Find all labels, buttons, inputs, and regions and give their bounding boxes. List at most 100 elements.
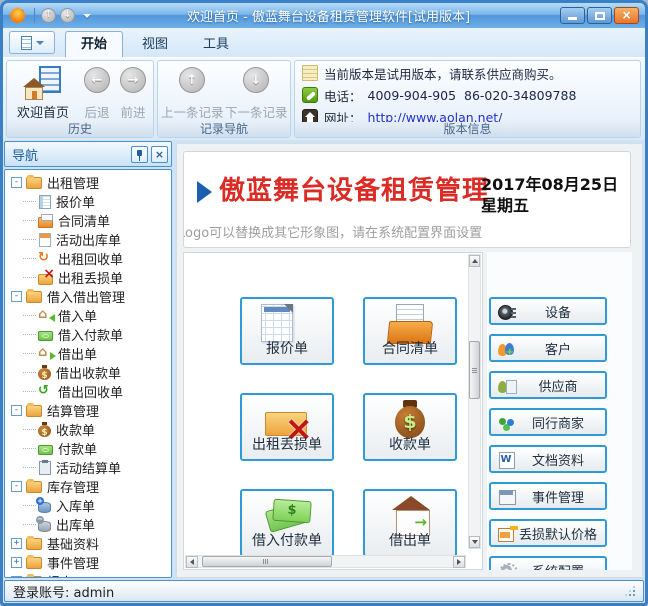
side-button-事件管理[interactable]: 事件管理 <box>489 482 607 510</box>
up-arrow-icon: ↑ <box>179 67 205 93</box>
horizontal-scrollbar[interactable] <box>185 555 466 568</box>
shortcut-button-出租丢损单[interactable]: 出租丢损单 <box>240 393 334 461</box>
forward-label: 前进 <box>113 102 153 121</box>
tree-item[interactable]: +报表 <box>5 572 171 578</box>
minimize-button[interactable] <box>560 7 585 24</box>
folder-icon <box>26 481 42 493</box>
supplier-icon <box>498 377 515 394</box>
db-out-icon <box>38 521 51 532</box>
tree-item[interactable]: 借入付款单 <box>5 325 171 344</box>
vertical-scrollbar[interactable] <box>468 254 481 549</box>
tree-item[interactable]: -借入借出管理 <box>5 287 171 306</box>
next-record-button[interactable]: ↓ 下一条记录 <box>225 67 287 121</box>
tree-item-label: 借入单 <box>58 306 97 325</box>
side-button-供应商[interactable]: 供应商 <box>489 371 607 399</box>
app-menu-doc-icon <box>21 36 32 50</box>
shortcut-button-label: 借出单 <box>365 530 455 550</box>
pin-button[interactable] <box>131 146 148 163</box>
back-button[interactable]: ← 后退 <box>77 67 117 129</box>
tree-item[interactable]: ↺借出回收单 <box>5 382 171 401</box>
tree-item[interactable]: 入库单 <box>5 496 171 515</box>
tree-item[interactable]: 活动出库单 <box>5 230 171 249</box>
shortcut-button-报价单[interactable]: 报价单 <box>240 297 334 365</box>
tree-item[interactable]: -出租管理 <box>5 173 171 192</box>
scroll-thumb[interactable] <box>202 556 332 567</box>
recycle-green-icon: ↺ <box>38 384 53 399</box>
side-button-丢损默认价格[interactable]: 丢损默认价格 <box>489 519 607 547</box>
tree-item[interactable]: 出库单 <box>5 515 171 534</box>
expand-toggle-icon[interactable]: + <box>11 576 22 578</box>
tree-item-label: 出租丢损单 <box>58 268 123 287</box>
tree-item-label: 借出单 <box>58 344 97 363</box>
welcome-home-button[interactable]: 欢迎首页 <box>10 64 76 122</box>
app-logo-icon[interactable] <box>9 7 26 24</box>
maximize-button[interactable] <box>587 7 612 24</box>
nav-tree: -出租管理报价单合同清单活动出库单↻出租回收单出租丢损单-借入借出管理借入单借入… <box>4 169 172 578</box>
tree-item[interactable]: -结算管理 <box>5 401 171 420</box>
phone-icon <box>302 87 318 103</box>
side-button-同行商家[interactable]: 同行商家 <box>489 408 607 436</box>
tree-item[interactable]: +基础资料 <box>5 534 171 553</box>
tab-视图[interactable]: 视图 <box>126 31 184 57</box>
quick-access-down-icon[interactable]: ↓ <box>60 8 75 23</box>
tab-工具[interactable]: 工具 <box>187 31 245 57</box>
close-icon: × <box>615 8 638 23</box>
folder-x-icon <box>38 274 53 285</box>
resize-grip[interactable] <box>625 586 635 596</box>
scroll-down-button[interactable] <box>469 536 480 548</box>
panel-close-button[interactable]: × <box>151 146 168 163</box>
shortcut-button-借入付款单[interactable]: 借入付款单 <box>240 489 334 557</box>
shortcut-button-借出单[interactable]: 借出单 <box>363 489 457 557</box>
title-bar[interactable]: ↑ ↓ 欢迎首页 - 傲蓝舞台设备租赁管理软件[试用版本] × <box>3 3 645 28</box>
tree-item[interactable]: 借出单 <box>5 344 171 363</box>
scroll-up-button[interactable] <box>469 255 480 267</box>
tree-item[interactable]: - 库存管理 <box>5 477 171 496</box>
side-button-设备[interactable]: 设备 <box>489 297 607 325</box>
forward-button[interactable]: → 前进 <box>113 67 153 129</box>
quick-access-dropdown-icon[interactable] <box>83 14 91 18</box>
folder-icon <box>26 538 42 550</box>
tree-item[interactable]: 出租丢损单 <box>5 268 171 287</box>
tree-item[interactable]: 报价单 <box>5 192 171 211</box>
expand-toggle-icon[interactable]: + <box>11 557 22 568</box>
banner-title: 傲蓝舞台设备租赁管理 <box>219 170 489 207</box>
scroll-left-button[interactable] <box>186 556 198 568</box>
side-button-客户[interactable]: 客户 <box>489 334 607 362</box>
tree-item-label: 出库单 <box>56 515 95 534</box>
expand-toggle-icon[interactable]: + <box>11 538 22 549</box>
collapse-toggle-icon[interactable]: - <box>11 291 22 302</box>
tree-item[interactable]: 借入单 <box>5 306 171 325</box>
spreadsheet-icon <box>261 304 293 342</box>
shortcut-button-label: 出租丢损单 <box>242 434 332 454</box>
tree-item[interactable]: 收款单 <box>5 420 171 439</box>
folder-icon <box>26 576 42 579</box>
tree-item[interactable]: +事件管理 <box>5 553 171 572</box>
tree-item[interactable]: 合同清单 <box>5 211 171 230</box>
shortcut-button-收款单[interactable]: 收款单 <box>363 393 457 461</box>
collapse-toggle-icon[interactable]: - <box>11 481 22 492</box>
maximize-icon <box>595 12 605 20</box>
phone-numbers: 4009-904-905 86-020-34809788 <box>368 88 577 103</box>
tree-item[interactable]: ↻出租回收单 <box>5 249 171 268</box>
side-button-文档资料[interactable]: 文档资料 <box>489 445 607 473</box>
collapse-toggle-icon[interactable]: - <box>11 177 22 188</box>
collapse-toggle-icon[interactable]: - <box>11 405 22 416</box>
tab-开始[interactable]: 开始 <box>65 31 123 57</box>
word-icon <box>498 451 515 468</box>
navigation-title: 导航 <box>12 145 128 164</box>
app-menu-button[interactable] <box>9 31 55 54</box>
house-in-icon <box>38 308 53 323</box>
scroll-thumb[interactable] <box>469 341 480 399</box>
scroll-right-button[interactable] <box>453 556 465 568</box>
shortcut-button-合同清单[interactable]: 合同清单 <box>363 297 457 365</box>
quick-access-up-icon[interactable]: ↑ <box>41 8 56 23</box>
banner-arrow-icon <box>197 181 212 203</box>
tree-item[interactable]: 借出收款单 <box>5 363 171 382</box>
prev-record-button[interactable]: ↑ 上一条记录 <box>161 67 223 121</box>
divider <box>34 8 35 23</box>
side-button-系统配置[interactable]: 系统配置 <box>489 556 607 570</box>
tree-item[interactable]: 付款单 <box>5 439 171 458</box>
tree-item[interactable]: 活动结算单 <box>5 458 171 477</box>
tree-item-label: 库存管理 <box>47 477 99 496</box>
close-button[interactable]: × <box>614 7 639 24</box>
